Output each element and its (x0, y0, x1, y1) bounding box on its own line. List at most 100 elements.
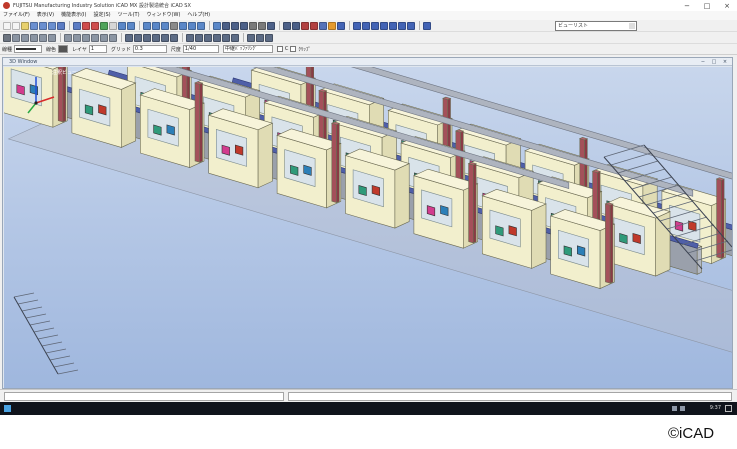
toolbar-tool-icon[interactable] (100, 33, 108, 42)
toolbar-tool-icon[interactable] (39, 33, 47, 42)
viewport-maximize-button[interactable]: □ (709, 58, 719, 66)
close-button[interactable]: × (717, 2, 737, 10)
toolbar-tool-icon[interactable] (188, 21, 196, 30)
toolbar-tool-icon[interactable] (73, 33, 81, 42)
toolbar-tool-icon[interactable] (109, 33, 117, 42)
toolbar-tool-icon[interactable] (265, 33, 273, 42)
taskbar-clock[interactable]: 9:37 (710, 404, 721, 413)
line-type-select[interactable] (14, 45, 43, 53)
toolbar-tool-icon[interactable] (371, 21, 379, 30)
toolbar-tool-icon[interactable] (213, 21, 221, 30)
toolbar-tool-icon[interactable] (152, 21, 160, 30)
toolbar-tool-icon[interactable] (283, 21, 291, 30)
menu-tools[interactable]: ツール(T) (118, 11, 140, 20)
toolbar-tool-icon[interactable] (82, 33, 90, 42)
toolbar-tool-icon[interactable] (170, 33, 178, 42)
toolbar-tool-icon[interactable] (21, 33, 29, 42)
notification-icon[interactable] (725, 405, 732, 412)
toolbar-tool-icon[interactable] (380, 21, 388, 30)
command-input[interactable] (288, 392, 732, 401)
toolbar-tool-icon[interactable] (161, 21, 169, 30)
scale-select[interactable]: 1/40 (182, 45, 219, 53)
toolbar-tool-icon[interactable] (125, 33, 133, 42)
maximize-button[interactable]: □ (697, 2, 717, 10)
toolbar-tool-icon[interactable] (21, 21, 29, 30)
windows-start-icon[interactable] (4, 405, 11, 412)
toolbar-tool-icon[interactable] (186, 33, 194, 42)
toolbar-tool-icon[interactable] (152, 33, 160, 42)
toolbar-tool-icon[interactable] (247, 33, 255, 42)
viewport-close-button[interactable]: × (720, 58, 730, 66)
toolbar-tool-icon[interactable] (328, 21, 336, 30)
menu-settings[interactable]: 設定(S) (94, 11, 111, 20)
toolbar-tool-icon[interactable] (57, 21, 65, 30)
menu-help[interactable]: ヘルプ(H) (187, 11, 210, 20)
toolbar-tool-icon[interactable] (161, 33, 169, 42)
toolbar-tool-icon[interactable] (240, 21, 248, 30)
toolbar-tool-icon[interactable] (222, 21, 230, 30)
toolbar-tool-icon[interactable] (143, 21, 151, 30)
toolbar-tool-icon[interactable] (204, 33, 212, 42)
volume-icon[interactable] (680, 406, 685, 411)
clip-checkbox[interactable] (290, 46, 297, 52)
toolbar-tool-icon[interactable] (213, 33, 221, 42)
minimize-button[interactable]: − (677, 2, 697, 10)
toolbar-tool-icon[interactable] (91, 33, 99, 42)
toolbar-tool-icon[interactable] (197, 21, 205, 30)
toolbar-tool-icon[interactable] (143, 33, 151, 42)
toolbar-tool-icon[interactable] (3, 33, 11, 42)
toolbar-tool-icon[interactable] (3, 21, 11, 30)
toolbar-tool-icon[interactable] (30, 21, 38, 30)
grid-select[interactable]: 0.3 (132, 45, 167, 53)
3d-viewport[interactable]: 注釈ビュー (4, 67, 732, 388)
toolbar-tool-icon[interactable] (407, 21, 415, 30)
toolbar-tool-icon[interactable] (231, 33, 239, 42)
toolbar-tool-icon[interactable] (12, 33, 20, 42)
toolbar-tool-icon[interactable] (12, 21, 20, 30)
menu-window[interactable]: ウィンドウ(W) (147, 11, 181, 20)
toolbar-tool-icon[interactable] (179, 21, 187, 30)
toolbar-tool-icon[interactable] (64, 33, 72, 42)
toolbar-tool-icon[interactable] (353, 21, 361, 30)
line-color-select[interactable] (58, 45, 69, 53)
toolbar-tool-icon[interactable] (134, 33, 142, 42)
view-list-combo[interactable]: ビューリスト (555, 21, 637, 31)
toolbar-tool-icon[interactable] (389, 21, 397, 30)
toolbar-tool-icon[interactable] (301, 21, 309, 30)
toolbar-tool-icon[interactable] (249, 21, 257, 30)
viewport-minimize-button[interactable]: − (698, 58, 708, 66)
toolbar-tool-icon[interactable] (48, 21, 56, 30)
toolbar-tool-icon[interactable] (82, 21, 90, 30)
toolbar-tool-icon[interactable] (258, 21, 266, 30)
mode-select[interactable]: 中継ﾊﾞｯﾌｧﾘﾝｸﾞ (222, 45, 273, 53)
toolbar-tool-icon[interactable] (109, 21, 117, 30)
toolbar-tool-icon[interactable] (222, 33, 230, 42)
toolbar-tool-icon[interactable] (256, 33, 264, 42)
toolbar-tool-icon[interactable] (127, 21, 135, 30)
toolbar-tool-icon[interactable] (91, 21, 99, 30)
toolbar-tool-icon[interactable] (319, 21, 327, 30)
toolbar-tool-icon[interactable] (362, 21, 370, 30)
toolbar-tool-icon[interactable] (30, 33, 38, 42)
network-icon[interactable] (672, 406, 677, 411)
menu-view[interactable]: 表示(V) (37, 11, 54, 20)
factory-line-3d-model[interactable] (4, 67, 732, 388)
menu-function-display[interactable]: 機能表示(I) (61, 11, 86, 20)
toolbar-tool-icon[interactable] (48, 33, 56, 42)
toolbar-tool-icon[interactable] (423, 21, 431, 30)
layer-select[interactable]: 1 (88, 45, 107, 53)
toolbar-tool-icon[interactable] (310, 21, 318, 30)
toolbar-tool-icon[interactable] (73, 21, 81, 30)
toolbar-tool-icon[interactable] (195, 33, 203, 42)
toolbar-tool-icon[interactable] (39, 21, 47, 30)
toolbar-tool-icon[interactable] (292, 21, 300, 30)
toolbar-tool-icon[interactable] (170, 21, 178, 30)
toolbar-tool-icon[interactable] (118, 21, 126, 30)
toolbar-tool-icon[interactable] (337, 21, 345, 30)
toolbar-tool-icon[interactable] (267, 21, 275, 30)
menu-file[interactable]: ファイル(F) (3, 11, 30, 20)
c-checkbox[interactable] (276, 46, 283, 52)
chevron-down-icon[interactable] (629, 23, 635, 29)
toolbar-tool-icon[interactable] (231, 21, 239, 30)
toolbar-tool-icon[interactable] (398, 21, 406, 30)
